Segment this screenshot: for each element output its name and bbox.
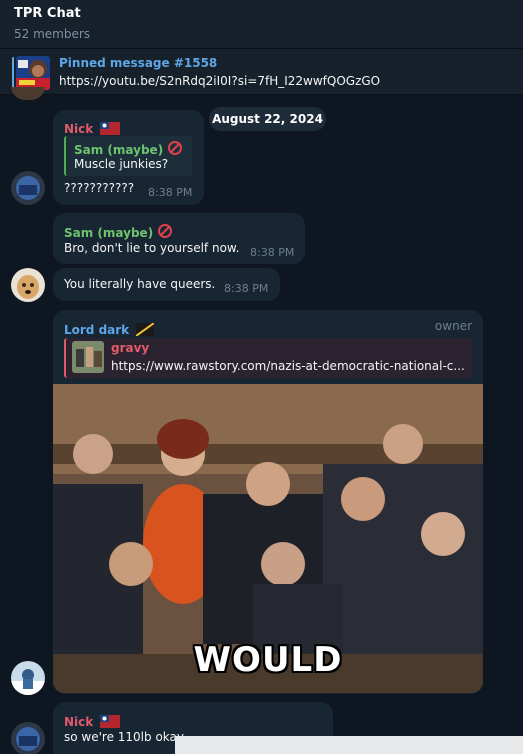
link-preview[interactable]: gravy https://www.rawstory.com/nazis-at-… (64, 338, 472, 378)
photo-caption: WOULD (193, 640, 343, 680)
pinned-title: Pinned message #1558 (59, 56, 218, 70)
pinned-text[interactable]: https://youtu.be/S2nRdq2iI0I?si=7fH_I22w… (59, 74, 380, 88)
preview-title: gravy (111, 341, 150, 355)
preview-url: https://www.rawstory.com/nazis-at-democr… (111, 359, 465, 373)
date-separator: August 22, 2024 (209, 107, 326, 131)
avatar[interactable] (11, 171, 45, 205)
message-bubble[interactable]: You literally have queers. 8:38 PM (53, 268, 280, 301)
pinned-message-bar[interactable]: Pinned message #1558 https://youtu.be/S2… (0, 48, 523, 95)
reply-text: Muscle junkies? (74, 157, 169, 171)
sender-name[interactable]: Sam (maybe) (64, 226, 153, 240)
avatar[interactable] (11, 661, 45, 695)
message-bubble[interactable]: Sam (maybe) Bro, don't lie to yourself n… (53, 213, 305, 264)
message-bubble[interactable]: Nick Sam (maybe) Muscle junkies? ???????… (53, 110, 204, 205)
chat-header[interactable]: TPR Chat 52 members (0, 0, 523, 48)
avatar[interactable] (11, 86, 45, 100)
pinned-thumbnail (16, 56, 50, 90)
message-time: 8:38 PM (148, 186, 193, 199)
flag-icon (100, 715, 121, 728)
message-text: You literally have queers. (64, 277, 216, 291)
avatar[interactable] (11, 268, 45, 302)
pinned-indicator (12, 57, 14, 89)
photo-attachment[interactable]: WOULD (53, 384, 483, 693)
horizontal-scrollbar[interactable] (175, 736, 523, 754)
flag-icon (100, 122, 121, 135)
message-text: Bro, don't lie to yourself now. (64, 241, 240, 255)
flag-icon (136, 323, 155, 336)
role-badge: owner (434, 319, 472, 333)
chat-title: TPR Chat (14, 6, 81, 21)
reply-quote[interactable]: Sam (maybe) Muscle junkies? (64, 136, 192, 176)
avatar[interactable] (11, 722, 45, 754)
sender-name[interactable]: Lord dark (64, 323, 129, 337)
preview-thumbnail (72, 341, 104, 373)
sender-name[interactable]: Nick (64, 715, 93, 729)
no-entry-icon (168, 140, 183, 159)
reply-sender: Sam (maybe) (74, 143, 164, 157)
message-time: 8:38 PM (224, 282, 269, 295)
message-time: 8:38 PM (250, 246, 295, 259)
message-text: so we're 110lb okay (64, 730, 184, 744)
message-text: ??????????? (64, 181, 135, 195)
member-count: 52 members (14, 27, 91, 41)
sender-name[interactable]: Nick (64, 122, 93, 136)
